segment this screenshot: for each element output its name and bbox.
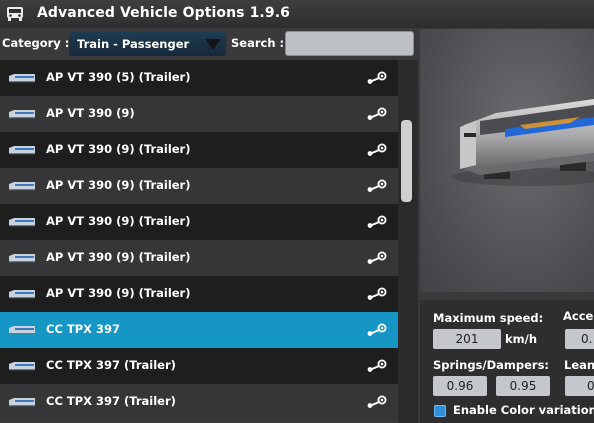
vehicle-name: AP VT 390 (9) (Trailer) [46, 142, 191, 156]
vehicle-list-item[interactable]: CC TPX 397 (Trailer) [0, 348, 398, 384]
vehicle-preview[interactable] [420, 29, 594, 292]
vehicle-list-item[interactable]: CC TPX 397 (Trailer) [0, 384, 398, 420]
train-icon [9, 398, 35, 407]
train-icon [9, 254, 35, 263]
train-icon [9, 74, 35, 83]
acceleration-label: Acce [563, 309, 594, 323]
steam-workshop-icon[interactable] [366, 215, 388, 229]
category-value: Train - Passenger [77, 37, 190, 51]
train-icon [9, 110, 35, 119]
vehicle-list-item[interactable]: AP VT 390 (9) (Trailer) [0, 276, 398, 312]
steam-workshop-icon[interactable] [366, 71, 388, 85]
steam-workshop-icon[interactable] [366, 107, 388, 121]
steam-workshop-icon[interactable] [366, 287, 388, 301]
filter-bar: Category : Train - Passenger Search : [0, 28, 420, 60]
vehicle-name: AP VT 390 (9) (Trailer) [46, 250, 191, 264]
vehicle-name: AP VT 390 (9) (Trailer) [46, 178, 191, 192]
lean-label: Lean [564, 358, 594, 372]
max-speed-label: Maximum speed: [433, 311, 544, 325]
vehicle-list-item[interactable]: CC TPX 397 [0, 312, 398, 348]
vehicle-icon [7, 7, 23, 21]
lean-field[interactable]: 0 [565, 376, 594, 396]
vehicle-list-item[interactable]: AP VT 390 (9) (Trailer) [0, 240, 398, 276]
category-dropdown[interactable]: Train - Passenger [69, 32, 226, 56]
train-icon [9, 290, 35, 299]
steam-workshop-icon[interactable] [366, 395, 388, 409]
vehicle-name: AP VT 390 (9) (Trailer) [46, 286, 191, 300]
window-title: Advanced Vehicle Options 1.9.6 [37, 5, 290, 21]
acceleration-field[interactable]: 0. [565, 329, 594, 349]
vehicle-list-item[interactable]: AP VT 390 (9) (Trailer) [0, 204, 398, 240]
vehicle-name: CC TPX 397 (Trailer) [46, 394, 176, 408]
steam-workshop-icon[interactable] [366, 143, 388, 157]
steam-workshop-icon[interactable] [366, 323, 388, 337]
steam-workshop-icon[interactable] [366, 251, 388, 265]
train-icon [9, 182, 35, 191]
train-icon [9, 146, 35, 155]
max-speed-field[interactable]: 201 [433, 329, 501, 349]
train-icon [9, 326, 35, 335]
title-bar[interactable]: Advanced Vehicle Options 1.9.6 [0, 0, 594, 28]
scrollbar-thumb[interactable] [401, 120, 412, 202]
vehicle-list-item[interactable]: AP VT 390 (9) (Trailer) [0, 132, 398, 168]
vehicle-list[interactable]: AP VT 390 (5) (Trailer) AP VT 390 (9) AP V… [0, 60, 398, 423]
chevron-down-icon [205, 39, 221, 50]
steam-workshop-icon[interactable] [366, 179, 388, 193]
search-label: Search : [231, 36, 285, 50]
vehicle-name: AP VT 390 (9) [46, 106, 135, 120]
scrollbar-track[interactable] [398, 60, 418, 423]
dampers-field[interactable]: 0.95 [496, 376, 550, 396]
springs-dampers-label: Springs/Dampers: [433, 358, 550, 372]
max-speed-unit: km/h [505, 332, 538, 346]
vehicle-list-item[interactable]: AP VT 390 (9) (Trailer) [0, 168, 398, 204]
vehicle-list-item[interactable]: AP VT 390 (9) [0, 96, 398, 132]
vehicle-name: AP VT 390 (5) (Trailer) [46, 70, 191, 84]
train-preview-image [452, 99, 594, 186]
vehicle-name: CC TPX 397 [46, 322, 121, 336]
vehicle-list-item[interactable]: AP VT 390 (5) (Trailer) [0, 60, 398, 96]
steam-workshop-icon[interactable] [366, 359, 388, 373]
color-variations-label: Enable Color variations [453, 403, 594, 417]
search-input[interactable] [285, 31, 414, 56]
springs-field[interactable]: 0.96 [433, 376, 487, 396]
train-icon [9, 218, 35, 227]
train-icon [9, 362, 35, 371]
color-variations-checkbox[interactable] [434, 405, 446, 417]
vehicle-name: AP VT 390 (9) (Trailer) [46, 214, 191, 228]
vehicle-name: CC TPX 397 (Trailer) [46, 358, 176, 372]
category-label: Category : [2, 36, 70, 50]
